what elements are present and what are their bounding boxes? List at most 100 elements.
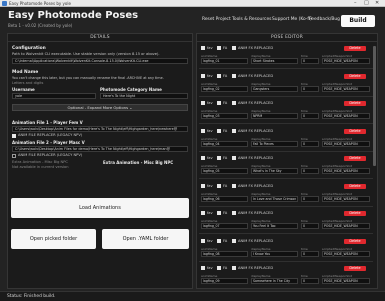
pose-fav-checkbox[interactable] (201, 128, 205, 133)
pose-fav-checkbox[interactable] (201, 211, 205, 215)
pose-animfx-checkbox[interactable] (232, 156, 236, 160)
app-subtitle: Beta 1 - v0.02 (Created by yole) (8, 23, 73, 28)
wolvenkit-path-input[interactable]: C:\Internal\Applications\Wolvenkit\Wolve… (12, 58, 188, 64)
pose-fa-checkbox[interactable] (217, 266, 221, 270)
time-input[interactable]: 0 (301, 113, 319, 119)
time-input[interactable]: 0 (301, 223, 319, 229)
anim-name-input[interactable]: lagfing_07 (201, 223, 248, 229)
weapon-slot-input[interactable]: POSE_HIDE_WEAPON (322, 278, 370, 284)
weapon-slot-input[interactable]: POSE_HIDE_WEAPON (322, 223, 370, 229)
optional-expand-button[interactable]: Optional - Expand More Options ⌄ (12, 104, 188, 111)
display-name-input[interactable]: Fall To Pieces (251, 140, 298, 147)
build-button[interactable]: Build (341, 15, 375, 27)
anim-name-input[interactable]: lagfing_05 (201, 168, 248, 174)
time-input[interactable]: 0 (301, 58, 319, 64)
weapon-slot-input[interactable]: POSE_HIDE_WEAPON (322, 168, 370, 174)
close-icon[interactable]: ✕ (375, 0, 379, 7)
pose-fav-checkbox[interactable] (201, 266, 205, 270)
minimize-icon[interactable]: – (354, 0, 357, 7)
pose-delete-button[interactable]: Delete (344, 46, 366, 51)
anim2-path-input[interactable]: C:\Users\wolv\Desktop\Anim Files for dem… (12, 146, 188, 152)
row-divider (199, 233, 374, 234)
pose-fa-checkbox[interactable] (217, 73, 221, 78)
load-animations-button[interactable]: Load Animations (11, 198, 189, 218)
weapon-slot-input[interactable]: POSE_HIDE_WEAPON (322, 140, 370, 147)
anim1-replacer-label: ANIM FILE REPLACER (LEGACY NPV) (18, 133, 83, 137)
pose-animfx-checkbox[interactable] (232, 238, 236, 243)
display-name-input[interactable]: In Love and Those Crimson (251, 195, 298, 202)
pose-animfx-checkbox[interactable] (232, 73, 236, 78)
display-name-input[interactable]: Gangsters (251, 85, 298, 92)
pose-animfx-checkbox[interactable] (232, 266, 236, 270)
pose-animfx-checkbox[interactable] (232, 211, 236, 215)
pose-fa-label: FA (223, 73, 228, 78)
anim-name-input[interactable]: lagfing_04 (201, 140, 248, 147)
time-input[interactable]: 0 (301, 195, 319, 202)
nav-tools-resources[interactable]: Tools & Resources (232, 17, 271, 22)
pose-delete-button[interactable]: Delete (344, 128, 366, 134)
anim1-path-input[interactable]: C:\Users\wolv\Desktop\Anim Files for dem… (12, 126, 188, 132)
open-yaml-folder-button[interactable]: Open .YAML folder (102, 229, 189, 249)
row-divider (199, 68, 374, 69)
pose-fav-checkbox[interactable] (201, 73, 205, 78)
category-input[interactable]: Here's To the Night (100, 93, 188, 99)
pose-fav-label: fav (207, 183, 213, 188)
pose-fa-checkbox[interactable] (217, 211, 221, 215)
anim2-replacer-checkbox[interactable] (12, 154, 16, 158)
pose-fa-checkbox[interactable] (217, 238, 221, 243)
pose-fav-label: fav (207, 46, 213, 50)
pose-delete-button[interactable]: Delete (344, 73, 366, 79)
anim-name-input[interactable]: lagfing_03 (201, 113, 248, 119)
anim-name-input[interactable]: lagfing_06 (201, 195, 248, 202)
pose-delete-button[interactable]: Delete (344, 238, 366, 244)
pose-delete-button[interactable]: Delete (344, 183, 366, 189)
pose-delete-button[interactable]: Delete (344, 156, 366, 161)
weapon-slot-input[interactable]: POSE_HIDE_WEAPON (322, 85, 370, 92)
pose-fav-checkbox[interactable] (201, 183, 205, 188)
maximize-icon[interactable]: □ (364, 0, 369, 7)
weapon-slot-input[interactable]: POSE_HIDE_WEAPON (322, 250, 370, 257)
pose-delete-button[interactable]: Delete (344, 101, 366, 106)
display-name-input[interactable]: What's In The Sky (251, 168, 298, 174)
weapon-slot-input[interactable]: POSE_HIDE_WEAPON (322, 113, 370, 119)
anim-name-input[interactable]: lagfing_08 (201, 250, 248, 257)
display-name-input[interactable]: Somewhere In The City (251, 278, 298, 284)
pose-fav-label: fav (207, 238, 213, 243)
username-input[interactable]: yole (12, 93, 96, 99)
pose-fa-checkbox[interactable] (217, 128, 221, 133)
pose-delete-button[interactable]: Delete (344, 266, 366, 271)
details-panel: DETAILS Configuration Path to Wolvenkit … (7, 33, 193, 289)
anim-name-input[interactable]: lagfing_02 (201, 85, 248, 92)
display-name-input[interactable]: Short Strokes (251, 58, 298, 64)
time-input[interactable]: 0 (301, 140, 319, 147)
anim-name-input[interactable]: lagfing_01 (201, 58, 248, 64)
pose-animfx-checkbox[interactable] (232, 46, 236, 50)
open-picked-folder-button[interactable]: Open picked folder (11, 229, 96, 249)
pose-fav-checkbox[interactable] (201, 238, 205, 243)
pose-fa-checkbox[interactable] (217, 156, 221, 160)
time-input[interactable]: 0 (301, 85, 319, 92)
pose-fa-checkbox[interactable] (217, 183, 221, 188)
display-name-input[interactable]: I Know You (251, 250, 298, 257)
anim-name-input[interactable]: lagfing_09 (201, 278, 248, 284)
weapon-slot-input[interactable]: POSE_HIDE_WEAPON (322, 58, 370, 64)
pose-list-scrollbar-thumb[interactable] (373, 46, 376, 166)
pose-fav-checkbox[interactable] (201, 46, 205, 50)
pose-animfx-checkbox[interactable] (232, 128, 236, 133)
pose-fav-checkbox[interactable] (201, 156, 205, 160)
anim1-replacer-checkbox[interactable] (12, 134, 16, 138)
time-input[interactable]: 0 (301, 278, 319, 284)
time-input[interactable]: 0 (301, 250, 319, 257)
display-name-input[interactable]: You Feel It Too (251, 223, 298, 229)
time-input[interactable]: 0 (301, 168, 319, 174)
weapon-slot-input[interactable]: POSE_HIDE_WEAPON (322, 195, 370, 202)
pose-delete-button[interactable]: Delete (344, 211, 366, 216)
pose-animfx-checkbox[interactable] (232, 101, 236, 105)
pose-fa-checkbox[interactable] (217, 46, 221, 50)
pose-fav-checkbox[interactable] (201, 101, 205, 105)
pose-fa-checkbox[interactable] (217, 101, 221, 105)
nav-support-me[interactable]: Support Me (Ko-fi) (272, 17, 312, 22)
nav-reset-project[interactable]: Reset Project (202, 17, 231, 22)
pose-animfx-checkbox[interactable] (232, 183, 236, 188)
display-name-input[interactable]: NPRM (251, 113, 298, 119)
